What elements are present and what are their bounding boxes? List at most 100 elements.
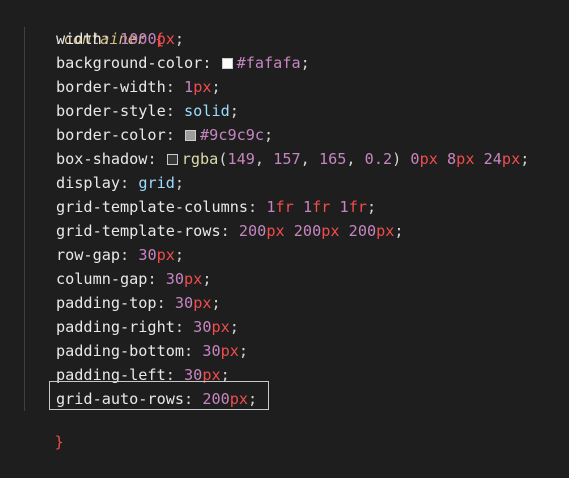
value-token: #fafafa [236,54,301,72]
semicolon: ; [300,54,310,72]
semicolon: ; [229,318,239,336]
declaration-line: border-style: solid; [0,99,239,123]
semicolon: ; [211,294,221,312]
close-brace: } [54,433,64,451]
colon: : [120,246,139,264]
declaration-line: grid-template-columns: 1fr 1fr 1fr; [0,195,376,219]
value-token: fr [348,198,367,216]
value-token: 200 [293,222,322,240]
value-token: ) [392,150,411,168]
property-name: grid-template-rows [56,222,221,240]
colon: : [248,198,267,216]
colon: : [202,54,221,72]
value-token: , [300,150,319,168]
value-token: fr [312,198,331,216]
value-token: 30 [165,270,185,288]
color-swatch-icon[interactable] [185,130,197,141]
value-token: rgba [181,150,219,168]
value-token: 157 [273,150,301,168]
declaration-line: width: 1000px; [0,27,184,51]
property-name: width [56,30,102,48]
colon: : [120,174,139,192]
value-token: 30 [202,342,221,360]
semicolon: ; [174,174,185,192]
value-token [330,198,339,216]
value-token: 149 [227,150,255,168]
value-token: , [254,150,274,168]
declaration-line: padding-top: 30px; [0,291,221,315]
semicolon: ; [264,126,274,144]
colon: : [220,222,239,240]
semicolon: ; [202,270,212,288]
value-token: 30 [138,246,157,264]
value-token: 200 [348,222,377,240]
value-token: px [376,222,395,240]
value-token: solid [184,102,230,120]
value-token: px [321,222,340,240]
semicolon: ; [174,246,185,264]
semicolon: ; [229,102,239,120]
value-token: 0 [410,150,420,168]
property-name: padding-bottom [56,342,185,360]
colon: : [165,126,185,144]
property-name: padding-right [56,318,175,336]
closing-line: } [18,406,64,451]
value-token: 0.2 [364,150,393,168]
value-token [340,222,349,240]
value-token: #9c9c9c [200,126,265,144]
color-swatch-icon[interactable] [221,58,233,69]
colon: : [156,294,175,312]
colon: : [184,342,203,360]
code-editor[interactable]: .container { width: 1000px; background-co… [0,0,569,451]
declaration-line: padding-right: 30px; [0,315,239,339]
declaration-line: grid-template-rows: 200px 200px 200px; [0,219,404,243]
declaration-line: background-color: #fafafa; [0,51,310,75]
colon: : [165,102,185,120]
property-name: border-width [56,78,166,96]
semicolon: ; [238,342,249,360]
value-token: px [193,294,212,312]
value-token: px [184,270,203,288]
colon: : [147,270,166,288]
value-token: 30 [174,294,194,312]
declaration-line: column-gap: 30px; [0,267,211,291]
value-token: px [419,150,438,168]
colon: : [165,78,185,96]
color-swatch-icon[interactable] [166,154,178,165]
value-token: 8 [447,150,457,168]
highlighted-declaration-box [49,381,269,410]
property-name: grid-template-columns [56,198,249,216]
value-token: 1 [339,198,349,216]
property-name: display [56,174,121,192]
colon: : [101,30,121,48]
property-name: background-color [56,54,203,72]
semicolon: ; [394,222,404,240]
value-token: 1 [302,198,313,216]
value-token: px [211,318,230,336]
property-name: box-shadow [56,150,148,168]
value-token: 165 [318,150,347,168]
value-token: 1000 [120,30,157,48]
property-name: row-gap [56,246,121,264]
colon: : [147,150,166,168]
property-name: padding-top [56,294,157,312]
value-token: , [346,150,365,168]
value-token [474,150,483,168]
semicolon: ; [174,30,185,48]
colon: : [174,318,194,336]
declaration-line: display: grid; [0,171,184,195]
value-token: fr [275,198,294,216]
property-name: border-color [56,126,166,144]
semicolon: ; [520,150,530,168]
property-name: border-style [56,102,166,120]
value-token: px [220,342,239,360]
value-token: 30 [193,318,212,336]
value-token: px [266,222,285,240]
semicolon: ; [211,78,221,96]
value-token [438,150,447,168]
value-token: 1 [184,78,194,96]
value-token: grid [138,174,175,192]
declaration-line: row-gap: 30px; [0,243,184,267]
value-token: px [456,150,475,168]
value-token [294,198,303,216]
